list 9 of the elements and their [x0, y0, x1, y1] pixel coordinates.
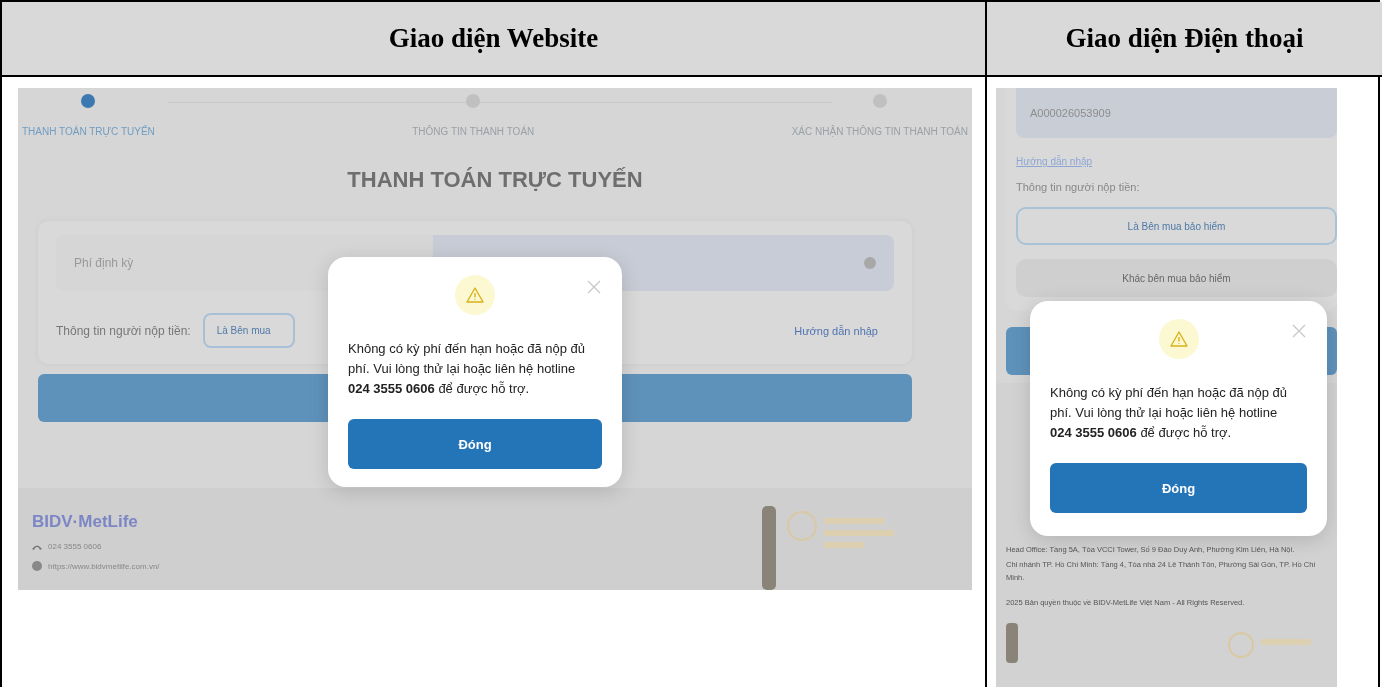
logo: BIDV·MetLife: [32, 512, 139, 532]
payer-label: Thông tin người nộp tiền:: [56, 323, 191, 338]
column-header: Giao diện Website: [388, 23, 599, 54]
page-title: THANH TOÁN TRỰC TUYẾN: [346, 167, 644, 193]
dialog-message: Không có kỳ phí đến hạn hoặc đã nộp đủ phí. Vui lòng thử lại hoặc liên hệ hotline 024 3555 0606 để được hỗ trợ.: [1050, 384, 1289, 442]
column-header: Giao diện Điện thoại: [1065, 23, 1304, 54]
payer-label: Thông tin người nộp tiền:: [1016, 181, 1141, 193]
footer-phone: 024 3555 0606: [48, 542, 102, 551]
dialog-message: Không có kỳ phí đến hạn hoặc đã nộp đủ phí. Vui lòng thử lại hoặc liên hệ hotline 024 3555 0606 để được hỗ trợ.: [348, 340, 587, 398]
